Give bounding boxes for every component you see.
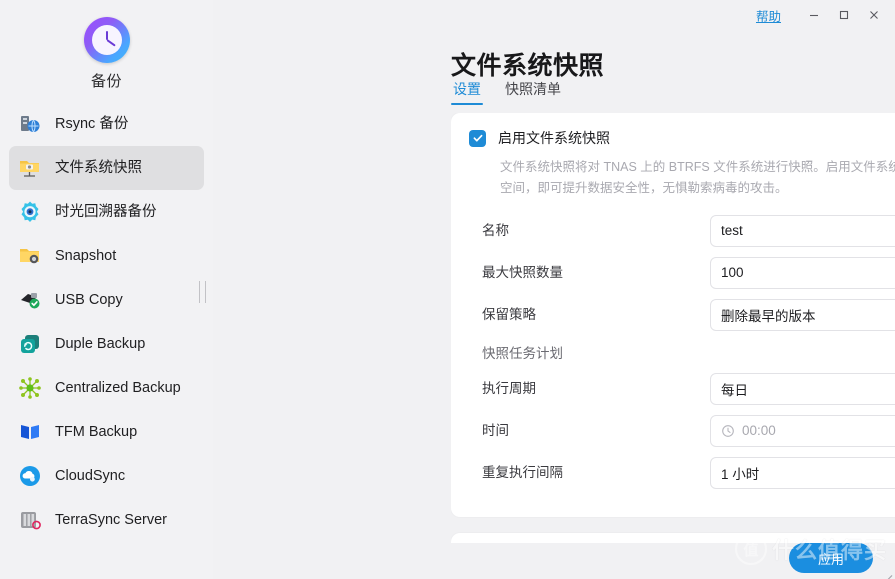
enable-snapshot-row[interactable]: 启用文件系统快照 bbox=[469, 129, 895, 147]
name-input[interactable]: test bbox=[710, 215, 895, 247]
help-link[interactable]: 帮助 bbox=[756, 6, 781, 25]
sidebar-resize-handle[interactable] bbox=[199, 281, 206, 303]
settings-card: 启用文件系统快照 文件系统快照将对 TNAS 上的 BTRFS 文件系统进行快照… bbox=[451, 113, 895, 517]
sidebar-item-label: Rsync 备份 bbox=[55, 115, 128, 133]
sidebar-item-filesystem-snapshot[interactable]: 文件系统快照 bbox=[9, 146, 204, 190]
sidebar-item-rsync-backup[interactable]: Rsync 备份 bbox=[9, 102, 204, 146]
tab-bar: 设置 快照清单 bbox=[453, 80, 561, 105]
sidebar-item-label: Centralized Backup bbox=[55, 379, 181, 397]
filesystem-snapshot-icon bbox=[17, 155, 43, 181]
sidebar-item-label: TerraSync Server bbox=[55, 511, 167, 529]
maximize-icon bbox=[837, 8, 851, 22]
sidebar-item-usb-copy[interactable]: USB Copy bbox=[9, 278, 204, 322]
snapshot-folder-icon bbox=[17, 243, 43, 269]
sidebar-item-tfm-backup[interactable]: TFM Backup bbox=[9, 410, 204, 454]
app-logo-container bbox=[0, 0, 213, 72]
sidebar-item-snapshot[interactable]: Snapshot bbox=[9, 234, 204, 278]
repeat-interval-select[interactable]: 1 小时 bbox=[710, 457, 895, 489]
note-card: 说明 文件系统快照仅适用于 BTRFS 文件系统。文件系统快照能降低由于误操作或… bbox=[451, 533, 895, 543]
field-row-max-snapshots: 最大快照数量 100 bbox=[469, 255, 895, 290]
cloudsync-icon bbox=[17, 463, 43, 489]
close-icon bbox=[867, 8, 881, 22]
footer-bar: 应用 bbox=[426, 543, 895, 579]
main-content: 帮助 文件系统快照 设置 快照清单 bbox=[213, 0, 895, 579]
application-window: 备份 Rsync 备份 bbox=[0, 0, 895, 579]
field-row-time: 时间 00:00 bbox=[469, 413, 895, 448]
enable-snapshot-label: 启用文件系统快照 bbox=[498, 129, 610, 147]
schedule-heading: 快照任务计划 bbox=[469, 345, 710, 363]
field-label-retention-policy: 保留策略 bbox=[469, 306, 710, 324]
sidebar-item-label: USB Copy bbox=[55, 291, 123, 309]
sidebar-item-cloudsync[interactable]: CloudSync bbox=[9, 454, 204, 498]
duple-backup-icon bbox=[17, 331, 43, 357]
field-row-repeat-interval: 重复执行间隔 1 小时 bbox=[469, 455, 895, 490]
usb-copy-icon bbox=[17, 287, 43, 313]
field-label-frequency: 执行周期 bbox=[469, 380, 710, 398]
sidebar-item-label: Snapshot bbox=[55, 247, 116, 265]
sidebar-item-label: TFM Backup bbox=[55, 423, 137, 441]
check-icon bbox=[472, 132, 484, 144]
retention-policy-value: 删除最早的版本 bbox=[721, 305, 816, 325]
window-resize-grip[interactable] bbox=[880, 564, 892, 576]
sidebar: 备份 Rsync 备份 bbox=[0, 0, 213, 579]
field-label-repeat-interval: 重复执行间隔 bbox=[469, 464, 710, 482]
apply-button[interactable]: 应用 bbox=[789, 543, 873, 573]
enable-snapshot-checkbox[interactable] bbox=[469, 130, 486, 147]
time-value: 00:00 bbox=[742, 423, 776, 438]
sidebar-item-label: Duple Backup bbox=[55, 335, 145, 353]
sidebar-item-terrasync-server[interactable]: TerraSync Server bbox=[9, 498, 204, 542]
repeat-interval-value: 1 小时 bbox=[721, 463, 759, 483]
rsync-backup-icon bbox=[17, 111, 43, 137]
window-titlebar: 帮助 bbox=[213, 0, 895, 30]
sidebar-item-label: 时光回溯器备份 bbox=[55, 203, 157, 221]
clock-logo-icon bbox=[84, 17, 130, 63]
field-label-max-snapshots: 最大快照数量 bbox=[469, 264, 710, 282]
centralized-backup-icon bbox=[17, 375, 43, 401]
sidebar-item-label: 文件系统快照 bbox=[55, 159, 142, 177]
clock-icon bbox=[721, 424, 735, 438]
minimize-button[interactable] bbox=[799, 2, 829, 28]
close-button[interactable] bbox=[859, 2, 889, 28]
sidebar-item-duple-backup[interactable]: Duple Backup bbox=[9, 322, 204, 366]
tab-snapshot-list[interactable]: 快照清单 bbox=[505, 80, 561, 105]
sidebar-item-time-machine-backup[interactable]: 时光回溯器备份 bbox=[9, 190, 204, 234]
settings-scroll-area[interactable]: 启用文件系统快照 文件系统快照将对 TNAS 上的 BTRFS 文件系统进行快照… bbox=[451, 113, 895, 543]
page-title: 文件系统快照 bbox=[451, 49, 604, 83]
app-name: 备份 bbox=[0, 72, 213, 92]
field-row-retention-policy: 保留策略 删除最早的版本 bbox=[469, 297, 895, 332]
settings-description: 文件系统快照将对 TNAS 上的 BTRFS 文件系统进行快照。启用文件系统快照… bbox=[500, 157, 895, 199]
max-snapshots-input[interactable]: 100 bbox=[710, 257, 895, 289]
sidebar-item-centralized-backup[interactable]: Centralized Backup bbox=[9, 366, 204, 410]
tab-settings[interactable]: 设置 bbox=[453, 80, 481, 105]
frequency-select[interactable]: 每日 bbox=[710, 373, 895, 405]
time-machine-icon bbox=[17, 199, 43, 225]
field-row-frequency: 执行周期 每日 bbox=[469, 371, 895, 406]
time-input[interactable]: 00:00 bbox=[710, 415, 895, 447]
sidebar-nav-list: Rsync 备份 文件系统快照 bbox=[0, 102, 213, 542]
sidebar-item-label: CloudSync bbox=[55, 467, 125, 485]
retention-policy-select[interactable]: 删除最早的版本 bbox=[710, 299, 895, 331]
terrasync-server-icon bbox=[17, 507, 43, 533]
minimize-icon bbox=[807, 8, 821, 22]
field-label-name: 名称 bbox=[469, 222, 710, 240]
field-label-time: 时间 bbox=[469, 422, 710, 440]
maximize-button[interactable] bbox=[829, 2, 859, 28]
tfm-backup-icon bbox=[17, 419, 43, 445]
field-row-name: 名称 test bbox=[469, 213, 895, 248]
schedule-heading-row: 快照任务计划 bbox=[469, 339, 895, 369]
frequency-value: 每日 bbox=[721, 379, 748, 399]
